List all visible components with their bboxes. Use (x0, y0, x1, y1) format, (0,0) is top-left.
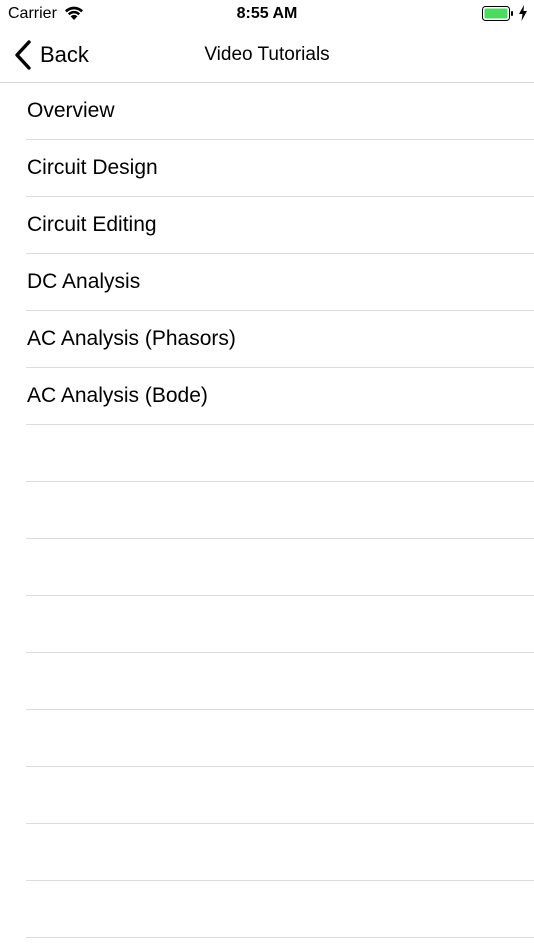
list-item-overview[interactable]: Overview (0, 83, 534, 140)
empty-row (0, 824, 534, 881)
battery-icon (482, 6, 513, 21)
list-item-label: AC Analysis (Phasors) (27, 327, 236, 350)
list-item-dc-analysis[interactable]: DC Analysis (0, 254, 534, 311)
tutorial-list: Overview Circuit Design Circuit Editing … (0, 83, 534, 938)
list-item-label: Overview (27, 99, 115, 122)
status-bar: Carrier 8:55 AM (0, 0, 534, 28)
empty-row (0, 482, 534, 539)
empty-row (0, 596, 534, 653)
list-item-circuit-design[interactable]: Circuit Design (0, 140, 534, 197)
charging-bolt-icon (519, 5, 527, 21)
list-item-label: Circuit Design (27, 156, 158, 179)
list-item-label: AC Analysis (Bode) (27, 384, 208, 407)
list-item-ac-analysis-phasors[interactable]: AC Analysis (Phasors) (0, 311, 534, 368)
empty-row (0, 710, 534, 767)
list-item-label: DC Analysis (27, 270, 141, 293)
page-title: Video Tutorials (204, 44, 330, 65)
list-item-label: Circuit Editing (27, 213, 157, 236)
navigation-bar: Back Video Tutorials (0, 28, 534, 83)
empty-row (0, 653, 534, 710)
list-item-circuit-editing[interactable]: Circuit Editing (0, 197, 534, 254)
empty-row (0, 425, 534, 482)
empty-row (0, 881, 534, 938)
status-time: 8:55 AM (236, 5, 298, 22)
empty-row (0, 539, 534, 596)
empty-row (0, 767, 534, 824)
list-item-ac-analysis-bode[interactable]: AC Analysis (Bode) (0, 368, 534, 425)
